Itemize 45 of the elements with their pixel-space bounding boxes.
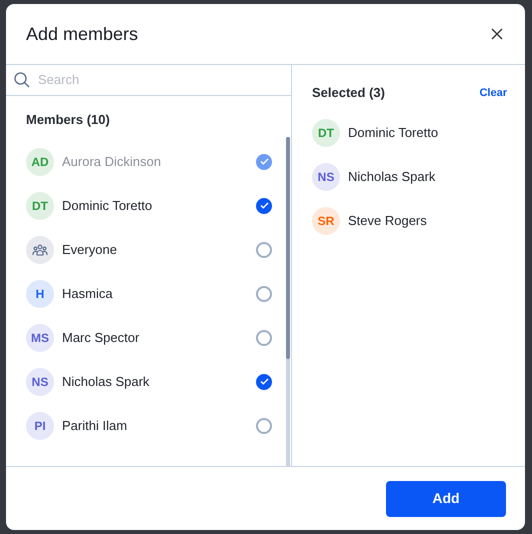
avatar: DT (26, 192, 54, 220)
scrollbar[interactable] (286, 137, 290, 466)
search-field[interactable]: Search (38, 70, 283, 90)
checked-checkbox[interactable] (256, 198, 272, 214)
checkbox[interactable] (256, 330, 272, 346)
member-name: Everyone (62, 240, 118, 259)
people-icon (32, 244, 48, 256)
search-icon (14, 72, 30, 88)
avatar: AD (26, 148, 54, 176)
member-name: Nicholas Spark (348, 168, 436, 186)
member-row[interactable]: MS Marc Spector (6, 316, 286, 360)
member-name: Dominic Toretto (62, 196, 154, 215)
member-name: Nicholas Spark (62, 372, 150, 391)
avatar: NS (26, 368, 54, 396)
member-name: Marc Spector (62, 328, 140, 347)
add-button[interactable]: Add (386, 480, 506, 516)
checkbox[interactable] (256, 286, 272, 302)
check-icon (260, 202, 268, 209)
section-heading: Members (10) (25, 111, 111, 129)
checkbox[interactable] (256, 418, 272, 434)
member-name: Dominic Toretto (348, 124, 438, 142)
member-row[interactable]: H Hasmica (6, 272, 286, 316)
member-row[interactable]: DT Dominic Toretto (6, 184, 286, 228)
avatar: SR (312, 206, 340, 234)
avatar: DT (312, 118, 340, 146)
avatar: H (26, 280, 54, 308)
checked-checkbox[interactable] (256, 374, 272, 390)
avatar: NS (312, 162, 340, 190)
scrollbar-thumb[interactable] (286, 137, 290, 359)
dialog-title: Add members (26, 22, 138, 46)
check-icon (260, 158, 268, 165)
member-row[interactable]: Everyone (6, 228, 286, 272)
member-name: Steve Rogers (348, 212, 427, 230)
member-row[interactable]: NS Nicholas Spark (6, 360, 286, 404)
member-name: Aurora Dickinson (62, 152, 162, 171)
avatar: MS (26, 324, 54, 352)
member-name: Parithi Ilam (62, 416, 128, 435)
check-icon (260, 378, 268, 385)
member-row[interactable]: PI Parithi Ilam (6, 404, 286, 448)
clear-link[interactable]: Clear (479, 84, 507, 101)
close-icon[interactable] (491, 28, 503, 40)
checkbox[interactable] (256, 242, 272, 258)
avatar: PI (26, 412, 54, 440)
section-heading: Selected (3) (312, 84, 385, 102)
member-name: Hasmica (62, 284, 114, 303)
